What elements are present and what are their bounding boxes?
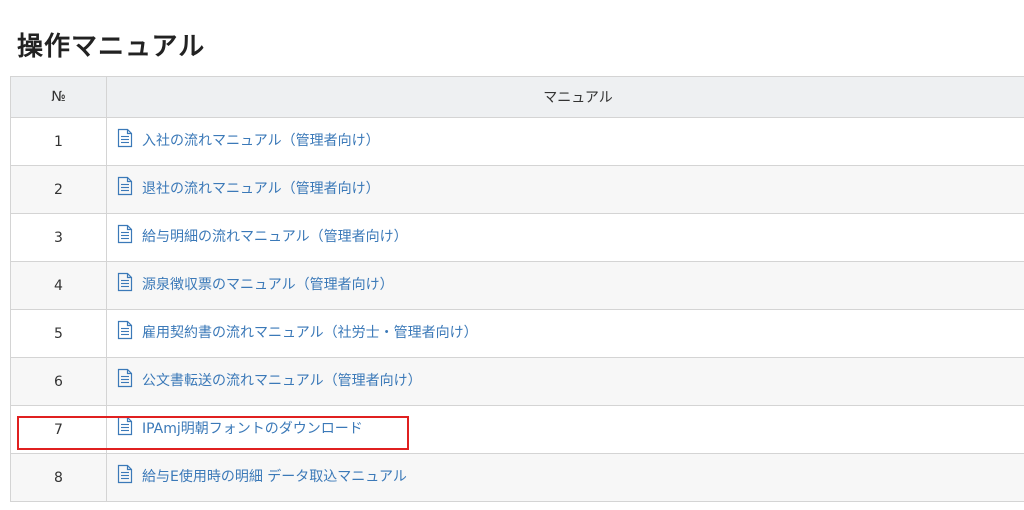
row-number: 8 bbox=[10, 453, 107, 502]
row-number: 2 bbox=[10, 165, 107, 214]
manual-link-label: 退社の流れマニュアル（管理者向け） bbox=[142, 180, 380, 197]
table-row: 2 退社の流れマニュアル（管理者向け） bbox=[10, 165, 1024, 214]
table-row: 1 入社の流れマニュアル（管理者向け） bbox=[10, 117, 1024, 166]
table-row: 6 公文書転送の流れマニュアル（管理者向け） bbox=[10, 357, 1024, 406]
table-row: 4 源泉徴収票のマニュアル（管理者向け） bbox=[10, 261, 1024, 310]
table-row: 7 IPAmj明朝フォントのダウンロード bbox=[10, 405, 1024, 454]
page: 操作マニュアル № マニュアル 1 入社の流れマニュアル（管理者向け） 2 退社… bbox=[0, 0, 1024, 510]
row-number: 6 bbox=[10, 357, 107, 406]
table-row: 8 給与E使用時の明細 データ取込マニュアル bbox=[10, 453, 1024, 502]
row-number: 1 bbox=[10, 117, 107, 166]
manual-link-label: 給与E使用時の明細 データ取込マニュアル bbox=[142, 468, 407, 485]
document-icon bbox=[117, 464, 133, 484]
manual-link-6[interactable]: 公文書転送の流れマニュアル（管理者向け） bbox=[117, 368, 422, 390]
manual-link-label: 入社の流れマニュアル（管理者向け） bbox=[142, 132, 380, 149]
manual-link-label: 給与明細の流れマニュアル（管理者向け） bbox=[142, 228, 408, 245]
document-icon bbox=[117, 224, 133, 244]
manual-link-label: 公文書転送の流れマニュアル（管理者向け） bbox=[142, 372, 422, 389]
manual-link-label: 源泉徴収票のマニュアル（管理者向け） bbox=[142, 276, 394, 293]
row-number: 4 bbox=[10, 261, 107, 310]
table-row: 5 雇用契約書の流れマニュアル（社労士・管理者向け） bbox=[10, 309, 1024, 358]
document-icon bbox=[117, 368, 133, 388]
row-number: 5 bbox=[10, 309, 107, 358]
row-number: 7 bbox=[10, 405, 107, 454]
column-header-manual: マニュアル bbox=[106, 76, 1024, 118]
document-icon bbox=[117, 320, 133, 340]
manual-link-3[interactable]: 給与明細の流れマニュアル（管理者向け） bbox=[117, 224, 408, 246]
manual-link-8[interactable]: 給与E使用時の明細 データ取込マニュアル bbox=[117, 464, 407, 486]
manual-link-5[interactable]: 雇用契約書の流れマニュアル（社労士・管理者向け） bbox=[117, 320, 478, 342]
row-number: 3 bbox=[10, 213, 107, 262]
document-icon bbox=[117, 416, 133, 436]
document-icon bbox=[117, 176, 133, 196]
table-header-row: № マニュアル bbox=[10, 76, 1024, 118]
manual-table: № マニュアル 1 入社の流れマニュアル（管理者向け） 2 退社の流れマニュアル… bbox=[10, 76, 1024, 502]
manual-link-7[interactable]: IPAmj明朝フォントのダウンロード bbox=[117, 416, 363, 438]
document-icon bbox=[117, 128, 133, 148]
manual-link-2[interactable]: 退社の流れマニュアル（管理者向け） bbox=[117, 176, 380, 198]
manual-link-label: 雇用契約書の流れマニュアル（社労士・管理者向け） bbox=[142, 324, 478, 341]
document-icon bbox=[117, 272, 133, 292]
column-header-no: № bbox=[10, 76, 107, 118]
page-title: 操作マニュアル bbox=[17, 32, 206, 63]
manual-link-1[interactable]: 入社の流れマニュアル（管理者向け） bbox=[117, 128, 380, 150]
manual-link-4[interactable]: 源泉徴収票のマニュアル（管理者向け） bbox=[117, 272, 394, 294]
manual-link-label: IPAmj明朝フォントのダウンロード bbox=[142, 420, 363, 437]
table-row: 3 給与明細の流れマニュアル（管理者向け） bbox=[10, 213, 1024, 262]
